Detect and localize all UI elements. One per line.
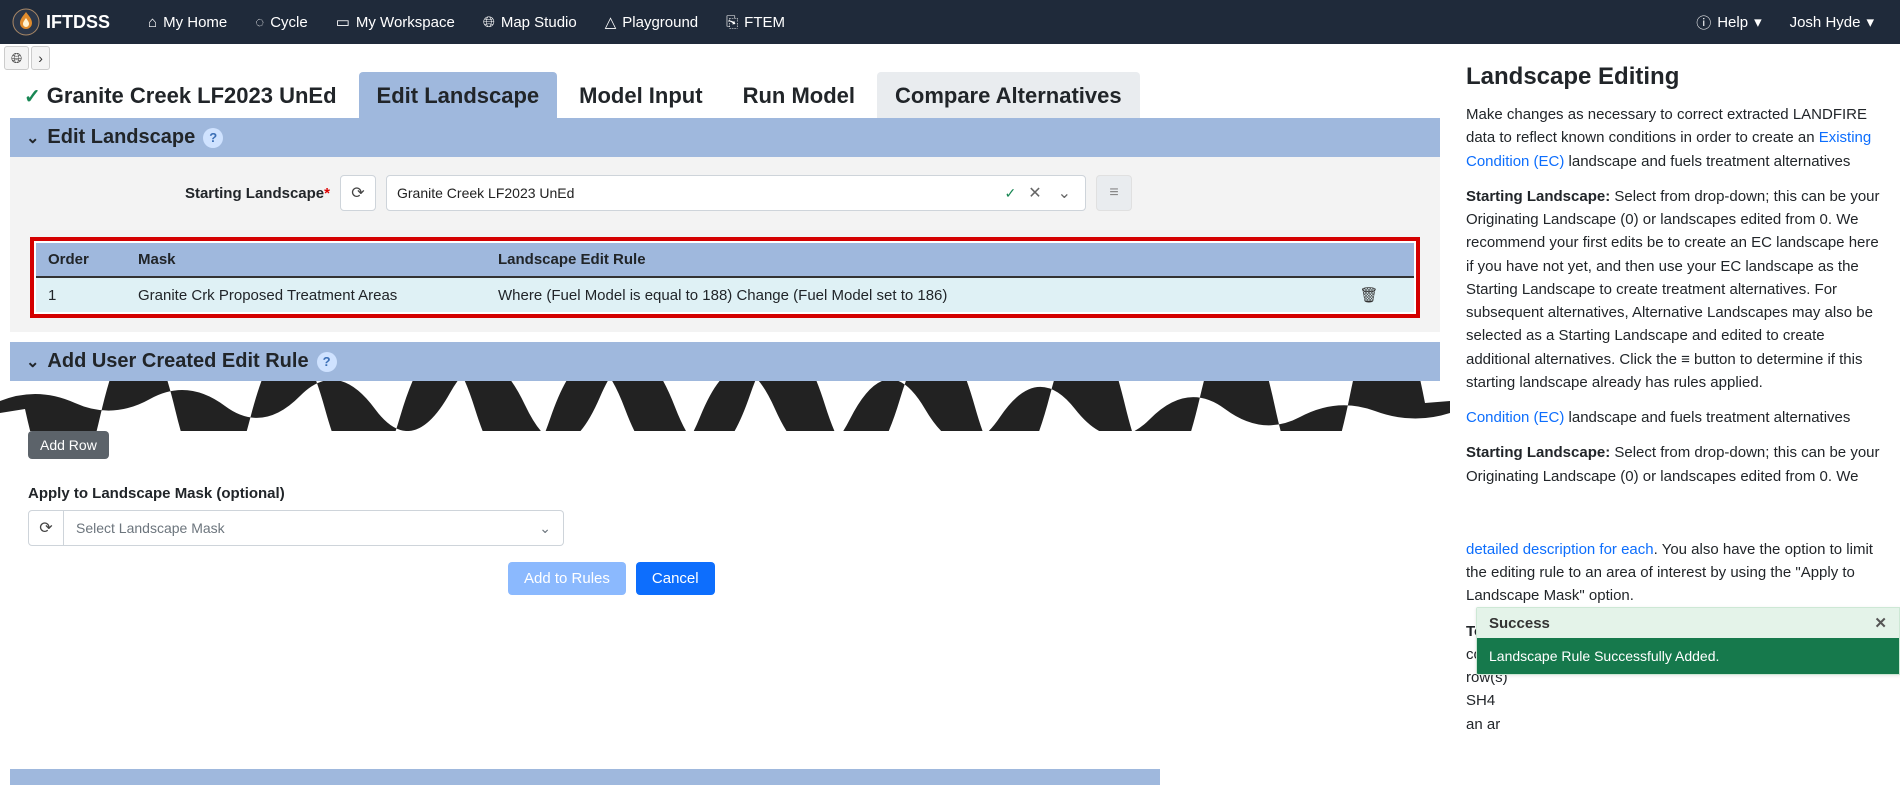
fire-icon: △ <box>605 13 617 31</box>
ec-link-2[interactable]: Condition (EC) <box>1466 409 1564 426</box>
col-actions <box>1324 243 1414 277</box>
list-icon: ≡ <box>1109 184 1118 202</box>
trash-icon: 🗑 <box>1359 287 1378 304</box>
nav-map-studio[interactable]: 🌐︎Map Studio <box>483 14 577 31</box>
table-row: 1 Granite Crk Proposed Treatment Areas W… <box>36 277 1414 312</box>
tab-compare-alternatives[interactable]: Compare Alternatives <box>877 72 1140 118</box>
rules-list-button[interactable]: ≡ <box>1096 175 1132 211</box>
chevron-down-icon: ⌄ <box>539 520 551 537</box>
clear-icon[interactable]: ✕ <box>1024 183 1045 203</box>
check-icon: ✓ <box>24 84 41 109</box>
top-navbar: IFTDSS ⌂My Home ◌Cycle ▭My Workspace 🌐︎M… <box>0 0 1900 44</box>
edit-landscape-header[interactable]: ⌄ Edit Landscape ? <box>10 118 1440 157</box>
col-rule: Landscape Edit Rule <box>486 243 1324 277</box>
toast-body: Landscape Rule Successfully Added. <box>1477 638 1899 674</box>
edit-landscape-panel: Starting Landscape* ⟳ Granite Creek LF20… <box>10 157 1440 332</box>
cancel-button[interactable]: Cancel <box>636 562 715 595</box>
tab-edit-landscape[interactable]: Edit Landscape <box>359 72 558 118</box>
landscape-title: ✓Granite Creek LF2023 UnEd <box>24 72 355 118</box>
success-toast: Success ✕ Landscape Rule Successfully Ad… <box>1476 607 1900 675</box>
nav-playground[interactable]: △Playground <box>605 13 698 31</box>
help-icon[interactable]: ? <box>317 352 337 372</box>
cell-rule: Where (Fuel Model is equal to 188) Chang… <box>486 277 1324 312</box>
help-icon[interactable]: ? <box>203 128 223 148</box>
refresh-icon: ⟳ <box>39 518 52 538</box>
help-title: Landscape Editing <box>1466 58 1884 95</box>
cell-order: 1 <box>36 277 126 312</box>
chevron-down-icon: ⌄ <box>26 352 39 372</box>
nav-ftem[interactable]: ⎘FTEM <box>726 14 785 31</box>
tab-model-input[interactable]: Model Input <box>561 72 720 118</box>
expand-button[interactable]: › <box>31 46 50 70</box>
mask-label: Apply to Landscape Mask (optional) <box>28 485 1422 502</box>
nav-workspace[interactable]: ▭My Workspace <box>336 13 455 31</box>
help-icon: ⓘ <box>1696 12 1711 33</box>
add-rule-header[interactable]: ⌄ Add User Created Edit Rule ? <box>10 342 1440 381</box>
delete-row-button[interactable]: 🗑 <box>1324 277 1414 312</box>
nav-my-home[interactable]: ⌂My Home <box>148 14 227 31</box>
globe-icon: 🌐︎ <box>483 14 495 31</box>
add-to-rules-button[interactable]: Add to Rules <box>508 562 626 595</box>
chevron-down-icon[interactable]: ⌄ <box>1054 183 1075 203</box>
nav-user[interactable]: Josh Hyde▾ <box>1790 13 1874 31</box>
caret-down-icon: ▾ <box>1754 13 1762 31</box>
footer-bar <box>10 769 1160 785</box>
tab-bar: ✓Granite Creek LF2023 UnEd Edit Landscap… <box>0 72 1450 118</box>
nav-help[interactable]: ⓘHelp▾ <box>1696 12 1761 33</box>
globe-icon: 🌐︎ <box>11 50 22 67</box>
mask-refresh-button[interactable]: ⟳ <box>28 510 64 546</box>
toast-title: Success <box>1489 615 1550 632</box>
globe-toggle[interactable]: 🌐︎ <box>4 46 29 70</box>
rules-table: Order Mask Landscape Edit Rule 1 Granite… <box>36 243 1414 312</box>
home-icon: ⌂ <box>148 14 157 31</box>
caret-down-icon: ▾ <box>1866 13 1874 31</box>
rules-highlight: Order Mask Landscape Edit Rule 1 Granite… <box>30 237 1420 318</box>
torn-edge <box>0 381 1450 431</box>
subnav: 🌐︎ › <box>0 44 1450 72</box>
refresh-button[interactable]: ⟳ <box>340 175 376 211</box>
description-link[interactable]: detailed description for each <box>1466 541 1654 558</box>
add-row-button[interactable]: Add Row <box>28 431 109 459</box>
arrow-icon: ⎘ <box>726 14 738 31</box>
brand-text: IFTDSS <box>46 12 110 33</box>
col-mask: Mask <box>126 243 486 277</box>
nav-cycle[interactable]: ◌Cycle <box>255 14 307 31</box>
mask-select[interactable]: Select Landscape Mask ⌄ <box>64 510 564 546</box>
cell-mask: Granite Crk Proposed Treatment Areas <box>126 277 486 312</box>
tab-run-model[interactable]: Run Model <box>725 72 873 118</box>
folder-icon: ▭ <box>336 13 350 31</box>
chevron-down-icon: ⌄ <box>26 128 39 148</box>
col-order: Order <box>36 243 126 277</box>
refresh-icon: ⟳ <box>351 183 364 203</box>
close-icon[interactable]: ✕ <box>1874 614 1887 632</box>
starting-landscape-select[interactable]: Granite Creek LF2023 UnEd ✓ ✕ ⌄ <box>386 175 1086 211</box>
check-icon: ✓ <box>1004 185 1016 202</box>
flame-logo-icon <box>12 8 40 36</box>
chevron-right-icon: › <box>38 50 43 66</box>
cycle-icon: ◌ <box>255 14 264 31</box>
starting-landscape-label: Starting Landscape* <box>30 185 330 202</box>
brand[interactable]: IFTDSS <box>12 8 110 36</box>
lower-panel: Add Row Apply to Landscape Mask (optiona… <box>0 431 1450 601</box>
